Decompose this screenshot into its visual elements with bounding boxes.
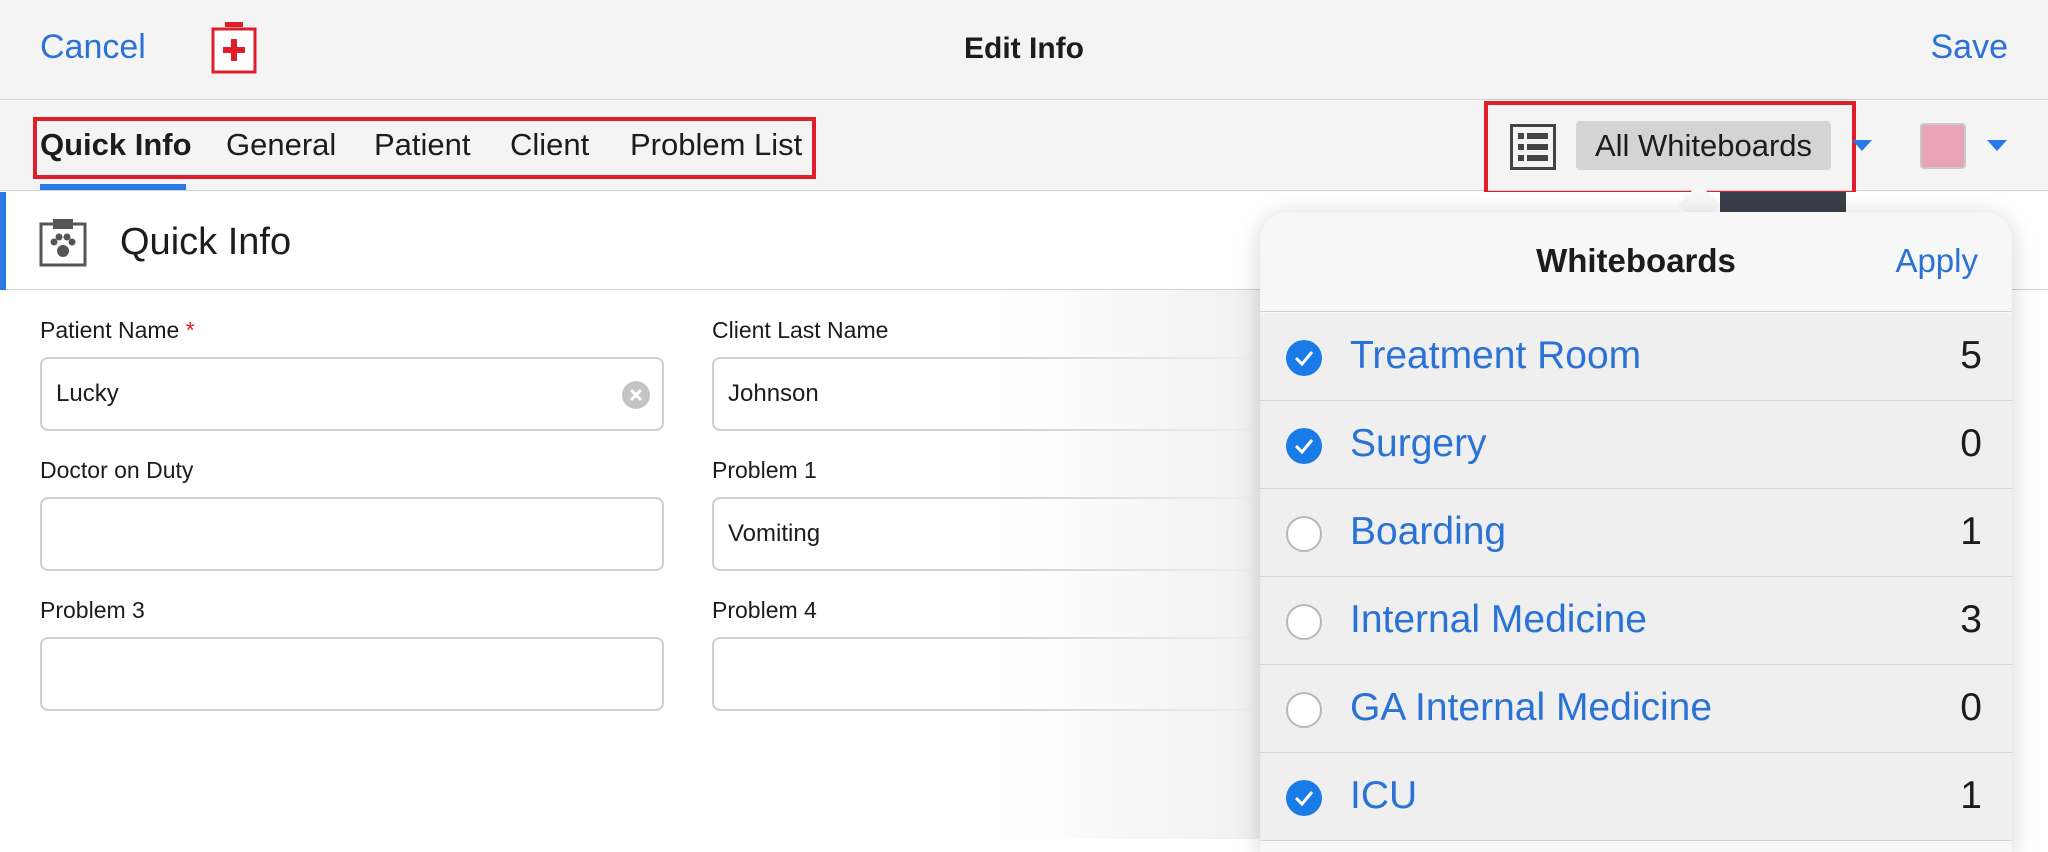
tab-client[interactable]: Client bbox=[510, 127, 589, 163]
whiteboard-option-boarding[interactable]: Boarding 1 bbox=[1260, 489, 2012, 577]
problem-1-label: Problem 1 bbox=[712, 457, 817, 483]
checkbox-checked-icon[interactable] bbox=[1286, 340, 1322, 376]
whiteboard-selector[interactable]: All Whiteboards bbox=[1576, 121, 1831, 170]
page-title: Edit Info bbox=[964, 32, 1084, 65]
active-tab-indicator bbox=[40, 184, 186, 190]
color-swatch[interactable] bbox=[1920, 123, 1966, 169]
whiteboard-option-ga-internal-medicine[interactable]: GA Internal Medicine 0 bbox=[1260, 665, 2012, 753]
save-button[interactable]: Save bbox=[1931, 28, 2009, 67]
whiteboard-option-label: Internal Medicine bbox=[1350, 598, 1647, 641]
background-thumbnail bbox=[1720, 192, 1846, 212]
whiteboard-option-surgery[interactable]: Surgery 0 bbox=[1260, 401, 2012, 489]
doctor-input[interactable] bbox=[40, 497, 664, 571]
tab-patient[interactable]: Patient bbox=[374, 127, 471, 163]
whiteboard-option-label: Boarding bbox=[1350, 510, 1507, 553]
patient-name-input[interactable]: Lucky bbox=[40, 357, 664, 431]
chevron-down-icon[interactable] bbox=[1852, 140, 1872, 151]
client-last-name-label: Client Last Name bbox=[712, 317, 889, 343]
clear-icon[interactable] bbox=[622, 381, 650, 409]
doctor-label: Doctor on Duty bbox=[40, 457, 194, 483]
checkbox-unchecked-icon[interactable] bbox=[1286, 604, 1322, 640]
section-title: Quick Info bbox=[120, 221, 292, 263]
whiteboard-option-count: 1 bbox=[1960, 510, 1982, 553]
clipboard-paw-icon bbox=[39, 219, 87, 267]
whiteboards-popover: Whiteboards Apply Treatment Room 5 Surge… bbox=[1260, 212, 2012, 852]
patient-name-label: Patient Name * bbox=[40, 317, 195, 343]
chevron-down-icon[interactable] bbox=[1987, 140, 2007, 151]
problem-3-label: Problem 3 bbox=[40, 597, 145, 623]
problem-4-label: Problem 4 bbox=[712, 597, 817, 623]
whiteboard-option-label: Surgery bbox=[1350, 422, 1487, 465]
tab-bar: Quick Info General Patient Client Proble… bbox=[0, 101, 2048, 195]
checkbox-checked-icon[interactable] bbox=[1286, 780, 1322, 816]
popover-header: Whiteboards Apply bbox=[1260, 212, 2012, 312]
background-fade bbox=[1000, 290, 1262, 839]
tab-problem-list[interactable]: Problem List bbox=[630, 127, 802, 163]
top-navbar: Cancel Edit Info Save bbox=[0, 0, 2048, 100]
whiteboard-option-treatment-room[interactable]: Treatment Room 5 bbox=[1260, 313, 2012, 401]
checkbox-unchecked-icon[interactable] bbox=[1286, 692, 1322, 728]
tab-quick-info[interactable]: Quick Info bbox=[40, 127, 192, 163]
whiteboard-option-label: Treatment Room bbox=[1350, 334, 1642, 377]
whiteboard-option-label: GA Internal Medicine bbox=[1350, 686, 1713, 729]
tab-general[interactable]: General bbox=[226, 127, 336, 163]
whiteboard-option-count: 0 bbox=[1960, 422, 1982, 465]
whiteboard-option-count: 1 bbox=[1960, 774, 1982, 817]
list-icon[interactable] bbox=[1510, 124, 1556, 170]
whiteboard-option-label: ICU bbox=[1350, 774, 1418, 817]
whiteboard-option-count: 5 bbox=[1960, 334, 1982, 377]
whiteboard-option-icu[interactable]: ICU 1 bbox=[1260, 753, 2012, 841]
checkbox-checked-icon[interactable] bbox=[1286, 428, 1322, 464]
apply-button[interactable]: Apply bbox=[1895, 242, 1978, 280]
checkbox-unchecked-icon[interactable] bbox=[1286, 516, 1322, 552]
whiteboard-option-count: 0 bbox=[1960, 686, 1982, 729]
problem-3-input[interactable] bbox=[40, 637, 664, 711]
whiteboard-option-internal-medicine[interactable]: Internal Medicine 3 bbox=[1260, 577, 2012, 665]
whiteboard-option-count: 3 bbox=[1960, 598, 1982, 641]
section-accent-bar bbox=[0, 192, 6, 290]
